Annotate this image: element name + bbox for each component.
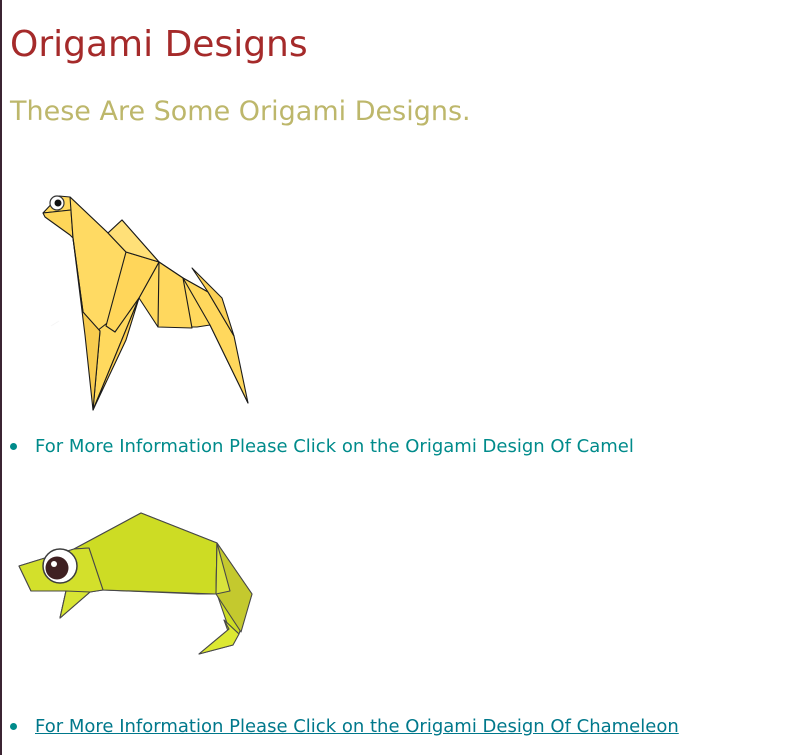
page-title: Origami Designs (10, 24, 308, 65)
list-bullet (10, 443, 17, 450)
list-item: For More Information Please Click on the… (10, 715, 770, 739)
camel-info-text: For More Information Please Click on the… (35, 436, 634, 457)
page-subtitle: These Are Some Origami Designs. (10, 96, 471, 127)
chameleon-info-link[interactable]: For More Information Please Click on the… (35, 716, 679, 737)
chameleon-info-list: For More Information Please Click on the… (10, 715, 770, 739)
chameleon-origami-icon (18, 512, 253, 655)
page-left-border (0, 0, 2, 755)
list-item: For More Information Please Click on the… (10, 435, 770, 459)
camel-origami-icon (42, 195, 249, 411)
list-bullet (10, 723, 17, 730)
camel-info-list: For More Information Please Click on the… (10, 435, 770, 459)
